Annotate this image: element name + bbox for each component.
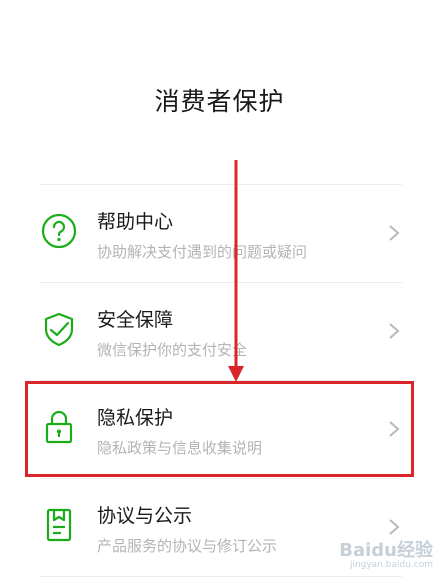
menu-item-security[interactable]: 安全保障 微信保护你的支付安全: [39, 283, 409, 379]
menu-item-subtitle: 产品服务的协议与修订公示: [97, 537, 278, 555]
help-circle-icon: [41, 213, 77, 249]
chevron-right-icon: [389, 519, 400, 535]
menu-item-subtitle: 协助解决支付遇到的问题或疑问: [97, 243, 308, 261]
chevron-right-icon: [389, 323, 400, 339]
shield-check-icon: [44, 312, 74, 347]
menu-item-title: 协议与公示: [97, 505, 193, 527]
menu-item-subtitle: 微信保护你的支付安全: [97, 341, 248, 359]
document-icon: [46, 508, 72, 542]
chevron-right-icon: [389, 225, 400, 241]
menu-item-title: 安全保障: [97, 309, 174, 331]
watermark-url: jingyan.baidu.com: [349, 560, 433, 570]
watermark: Baidu经验 jingyan.baidu.com: [339, 536, 433, 570]
highlight-box: [25, 381, 414, 477]
page-title: 消费者保护: [154, 87, 285, 116]
divider: [39, 576, 402, 577]
watermark-brand: Baidu经验: [339, 540, 433, 561]
menu-item-help-center[interactable]: 帮助中心 协助解决支付遇到的问题或疑问: [39, 185, 409, 281]
menu-item-title: 帮助中心: [97, 211, 174, 233]
